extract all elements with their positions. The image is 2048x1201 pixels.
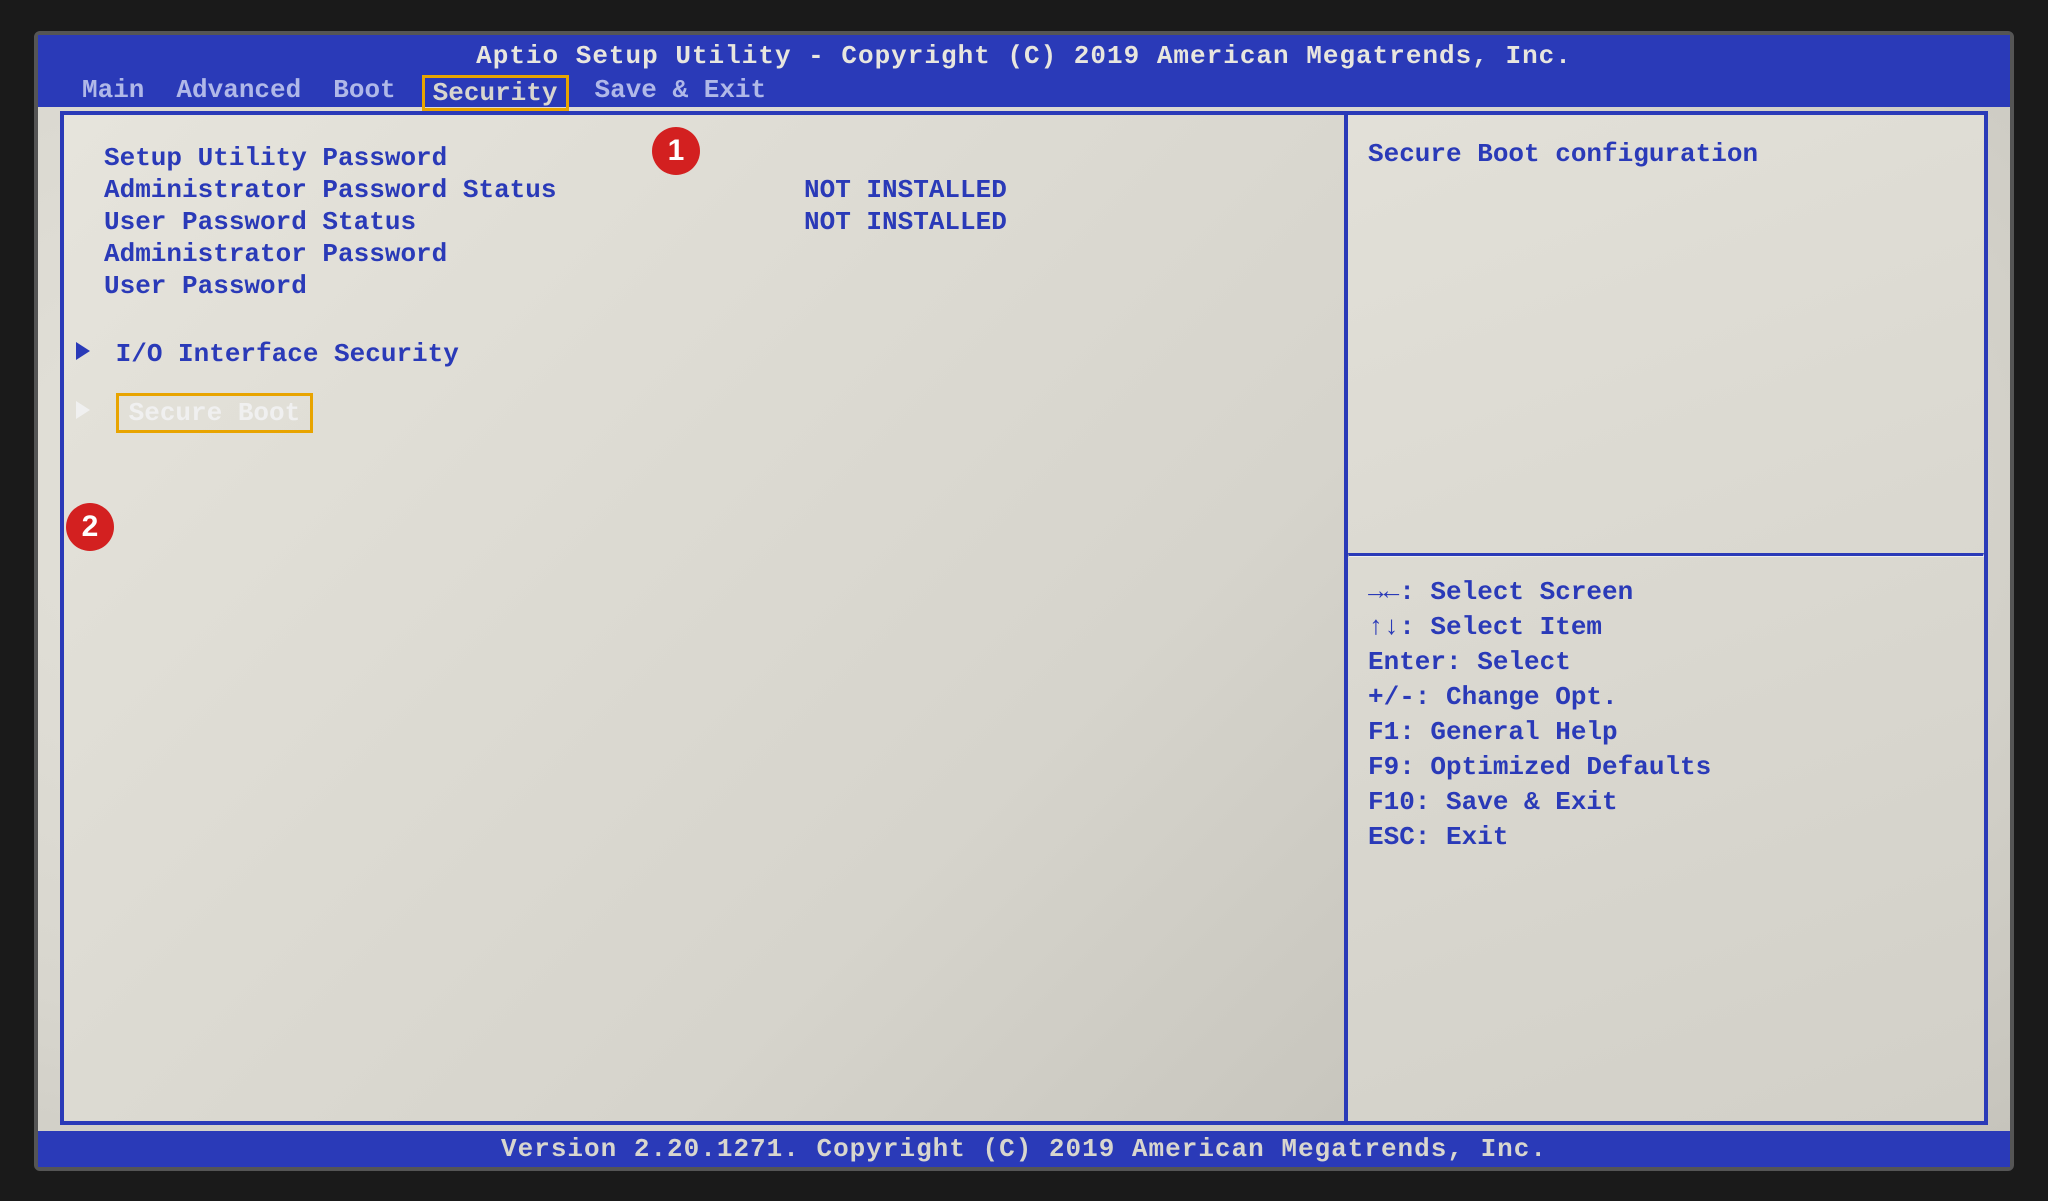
admin-password-item[interactable]: Administrator Password (104, 239, 1320, 269)
user-password-item[interactable]: User Password (104, 271, 1320, 301)
admin-password-status-value: NOT INSTALLED (804, 175, 1007, 205)
annotation-marker-2: 2 (66, 503, 114, 551)
io-interface-security-item[interactable]: I/O Interface Security (76, 339, 1320, 369)
submenu-arrow-icon (76, 342, 90, 360)
admin-password-label: Administrator Password (104, 239, 804, 269)
user-password-status-label: User Password Status (104, 207, 804, 237)
hint-esc-exit: ESC: Exit (1368, 820, 1964, 855)
user-password-label: User Password (104, 271, 804, 301)
tab-advanced[interactable]: Advanced (170, 75, 307, 111)
app-title: Aptio Setup Utility - Copyright (C) 2019… (38, 39, 2010, 73)
secure-boot-label: Secure Boot (116, 393, 314, 433)
menu-tabs: Main Advanced Boot Security Save & Exit (38, 75, 2010, 111)
secure-boot-item[interactable]: Secure Boot (76, 393, 1320, 433)
tab-save-exit[interactable]: Save & Exit (589, 75, 773, 111)
tab-boot[interactable]: Boot (327, 75, 401, 111)
admin-password-status-label: Administrator Password Status (104, 175, 804, 205)
annotation-marker-1: 1 (652, 127, 700, 175)
footer-bar: Version 2.20.1271. Copyright (C) 2019 Am… (38, 1131, 2010, 1167)
hint-general-help: F1: General Help (1368, 715, 1964, 750)
hint-enter: Enter: Select (1368, 645, 1964, 680)
bios-screen: Aptio Setup Utility - Copyright (C) 2019… (34, 31, 2014, 1171)
admin-password-status-row: Administrator Password Status NOT INSTAL… (104, 175, 1320, 205)
io-interface-security-label: I/O Interface Security (116, 339, 459, 369)
tab-main[interactable]: Main (76, 75, 150, 111)
tab-security[interactable]: Security (422, 75, 569, 111)
hint-change-opt: +/-: Change Opt. (1368, 680, 1964, 715)
hint-optimized-defaults: F9: Optimized Defaults (1368, 750, 1964, 785)
help-text-area: Secure Boot configuration (1348, 115, 1984, 553)
user-password-status-row: User Password Status NOT INSTALLED (104, 207, 1320, 237)
title-bar: Aptio Setup Utility - Copyright (C) 2019… (38, 35, 2010, 107)
section-heading: Setup Utility Password (104, 143, 1320, 173)
main-panel: Setup Utility Password Administrator Pas… (64, 115, 1344, 1121)
hint-save-exit: F10: Save & Exit (1368, 785, 1964, 820)
user-password-status-value: NOT INSTALLED (804, 207, 1007, 237)
hint-select-item: ↑↓: Select Item (1368, 610, 1964, 645)
content-frame: Setup Utility Password Administrator Pas… (60, 111, 1988, 1125)
key-hints: →←: Select Screen ↑↓: Select Item Enter:… (1348, 557, 1984, 876)
side-panel: Secure Boot configuration →←: Select Scr… (1344, 115, 1984, 1121)
footer-text: Version 2.20.1271. Copyright (C) 2019 Am… (501, 1134, 1547, 1164)
help-text: Secure Boot configuration (1368, 139, 1964, 169)
hint-select-screen: →←: Select Screen (1368, 575, 1964, 610)
submenu-arrow-icon (76, 401, 90, 419)
